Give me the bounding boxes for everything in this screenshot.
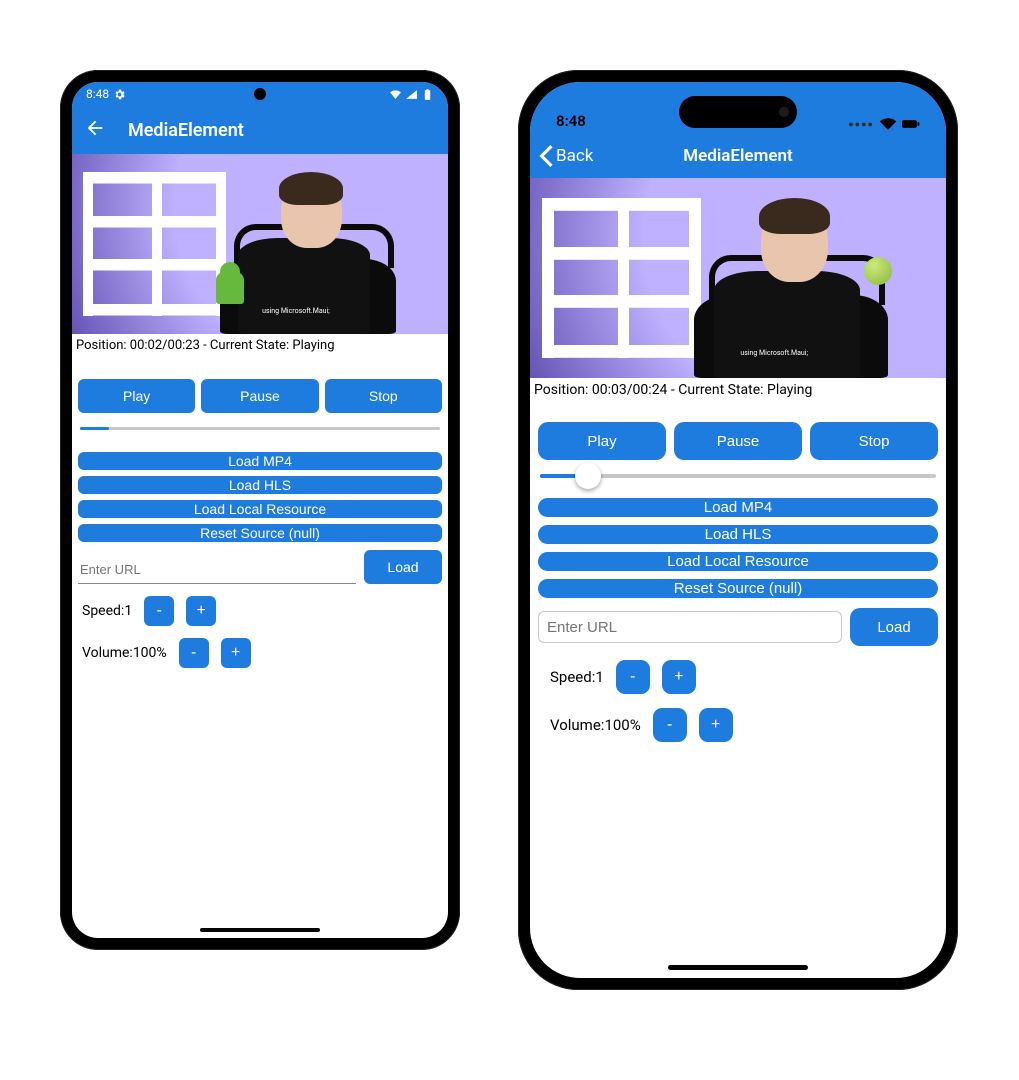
pause-button[interactable]: Pause — [201, 379, 318, 413]
load-url-button[interactable]: Load — [850, 608, 938, 646]
speed-increase-button[interactable]: + — [662, 660, 696, 694]
shirt-text: using Microsoft.Maui; — [740, 349, 808, 357]
android-screen: 8:48 MediaElement using Microsoft.Maui; — [72, 82, 448, 938]
battery-icon — [902, 118, 920, 130]
reset-source-button[interactable]: Reset Source (null) — [538, 579, 938, 598]
iphone-screen: 8:48 ●●●● Back MediaElement using Micros… — [530, 82, 946, 978]
position-slider[interactable] — [530, 460, 946, 488]
pause-button[interactable]: Pause — [674, 422, 802, 460]
wifi-icon — [879, 118, 897, 130]
android-device-frame: 8:48 MediaElement using Microsoft.Maui; — [60, 70, 460, 950]
android-app-bar: MediaElement — [72, 106, 448, 154]
back-arrow-icon[interactable] — [84, 117, 106, 144]
back-label: Back — [556, 146, 593, 166]
speed-label: Speed:1 — [550, 668, 604, 686]
volume-decrease-button[interactable]: - — [653, 708, 687, 742]
gear-icon — [113, 88, 126, 101]
ios-nav-bar: Back MediaElement — [530, 134, 946, 178]
speed-increase-button[interactable]: + — [186, 596, 216, 626]
stop-button[interactable]: Stop — [325, 379, 442, 413]
volume-decrease-button[interactable]: - — [179, 638, 209, 668]
reset-source-button[interactable]: Reset Source (null) — [78, 524, 442, 542]
status-dots-icon: ●●●● — [848, 119, 874, 130]
load-mp4-button[interactable]: Load MP4 — [538, 498, 938, 517]
play-button[interactable]: Play — [78, 379, 195, 413]
position-slider[interactable] — [72, 413, 448, 438]
battery-icon — [421, 88, 434, 101]
stop-button[interactable]: Stop — [810, 422, 938, 460]
load-hls-button[interactable]: Load HLS — [78, 476, 442, 494]
video-player[interactable]: using Microsoft.Maui; — [72, 154, 448, 334]
load-local-button[interactable]: Load Local Resource — [78, 500, 442, 518]
load-mp4-button[interactable]: Load MP4 — [78, 452, 442, 470]
load-hls-button[interactable]: Load HLS — [538, 525, 938, 544]
video-player[interactable]: using Microsoft.Maui; — [530, 178, 946, 378]
speed-label: Speed:1 — [82, 603, 132, 619]
iphone-device-frame: 8:48 ●●●● Back MediaElement using Micros… — [518, 70, 958, 990]
signal-icon — [405, 88, 418, 101]
speed-decrease-button[interactable]: - — [616, 660, 650, 694]
android-figurine-icon — [216, 272, 244, 304]
dynamic-island — [679, 96, 797, 128]
page-title: MediaElement — [683, 146, 792, 166]
position-status: Position: 00:03/00:24 - Current State: P… — [530, 378, 946, 400]
android-nav-bar — [200, 928, 320, 932]
wifi-icon — [389, 88, 402, 101]
ios-content: using Microsoft.Maui; Position: 00:03/00… — [530, 178, 946, 978]
load-url-button[interactable]: Load — [364, 550, 442, 584]
chevron-left-icon — [538, 145, 554, 167]
play-button[interactable]: Play — [538, 422, 666, 460]
android-camera — [254, 88, 266, 100]
position-status: Position: 00:02/00:23 - Current State: P… — [72, 334, 448, 355]
volume-increase-button[interactable]: + — [699, 708, 733, 742]
load-local-button[interactable]: Load Local Resource — [538, 552, 938, 571]
shirt-text: using Microsoft.Maui; — [262, 307, 330, 315]
home-indicator — [668, 965, 808, 970]
page-title: MediaElement — [128, 120, 244, 141]
apple-icon — [864, 257, 892, 285]
url-input[interactable] — [538, 611, 842, 643]
status-time: 8:48 — [556, 112, 586, 130]
url-input[interactable] — [78, 556, 356, 584]
status-time: 8:48 — [86, 87, 109, 101]
volume-label: Volume:100% — [82, 645, 167, 661]
speed-decrease-button[interactable]: - — [144, 596, 174, 626]
android-content: using Microsoft.Maui; Position: 00:02/00… — [72, 154, 448, 938]
volume-increase-button[interactable]: + — [221, 638, 251, 668]
volume-label: Volume:100% — [550, 716, 641, 734]
back-button[interactable]: Back — [538, 145, 593, 167]
